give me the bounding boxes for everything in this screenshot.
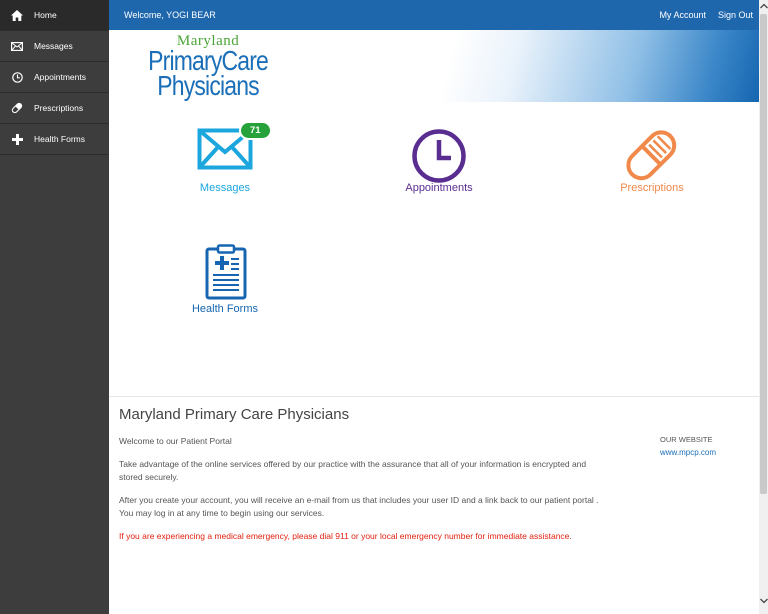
home-icon [0,9,34,21]
sidebar-item-health-forms[interactable]: Health Forms [0,124,109,155]
sidebar-item-label: Prescriptions [34,103,84,113]
scrollbar-thumb[interactable] [760,14,767,494]
welcome-text: Welcome, YOGI BEAR [124,10,216,20]
welcome-paragraph: Welcome to our Patient Portal [119,436,232,446]
sidebar-item-appointments[interactable]: Appointments [0,62,109,93]
health-forms-tile[interactable]: Health Forms [145,244,305,315]
top-bar: Welcome, YOGI BEAR My Account Sign Out [109,0,759,30]
scroll-up-icon[interactable] [759,1,768,13]
sidebar-item-label: Health Forms [34,134,86,144]
prescriptions-tile[interactable]: Prescriptions [572,124,732,194]
pill-icon [622,126,682,191]
my-account-link[interactable]: My Account [659,10,706,20]
clipboard-icon [205,244,247,305]
sidebar-item-label: Messages [34,41,73,51]
vertical-scrollbar[interactable] [759,0,768,614]
practice-logo: Maryland PrimaryCare Physicians [135,34,281,100]
appointments-tile[interactable]: Appointments [359,124,519,194]
emergency-notice: If you are experiencing a medical emerge… [119,531,572,541]
website-heading: OUR WEBSITE [660,435,713,444]
sidebar-item-messages[interactable]: Messages [0,31,109,62]
portal-title: Maryland Primary Care Physicians [119,406,350,423]
pill-icon [0,102,34,114]
main-content: 71 Messages Appointments Prescriptions H… [109,102,759,614]
website-section: OUR WEBSITE www.mpcp.com [660,435,716,457]
sidebar-item-prescriptions[interactable]: Prescriptions [0,93,109,124]
sidebar: Home Messages Appointments Prescriptions… [0,0,109,614]
clock-icon [411,128,467,189]
messages-tile[interactable]: 71 Messages [145,121,305,194]
logo-line-3: Physicians [157,70,259,101]
sidebar-item-label: Home [34,10,57,20]
header-banner: Maryland PrimaryCare Physicians [109,30,759,102]
scroll-down-icon[interactable] [759,596,768,608]
sidebar-item-home[interactable]: Home [0,0,109,31]
website-link[interactable]: www.mpcp.com [660,448,716,457]
sign-out-link[interactable]: Sign Out [718,10,753,20]
plus-icon [0,133,34,145]
sidebar-item-label: Appointments [34,72,86,82]
account-paragraph: After you create your account, you will … [119,495,599,518]
unread-count-badge: 71 [239,121,272,140]
section-divider [109,396,759,397]
messages-tile-label: Messages [199,182,251,194]
envelope-icon [0,41,34,51]
security-paragraph: Take advantage of the online services of… [119,459,587,482]
portal-info: Maryland Primary Care Physicians Welcome… [119,406,609,553]
clock-icon [0,71,34,83]
